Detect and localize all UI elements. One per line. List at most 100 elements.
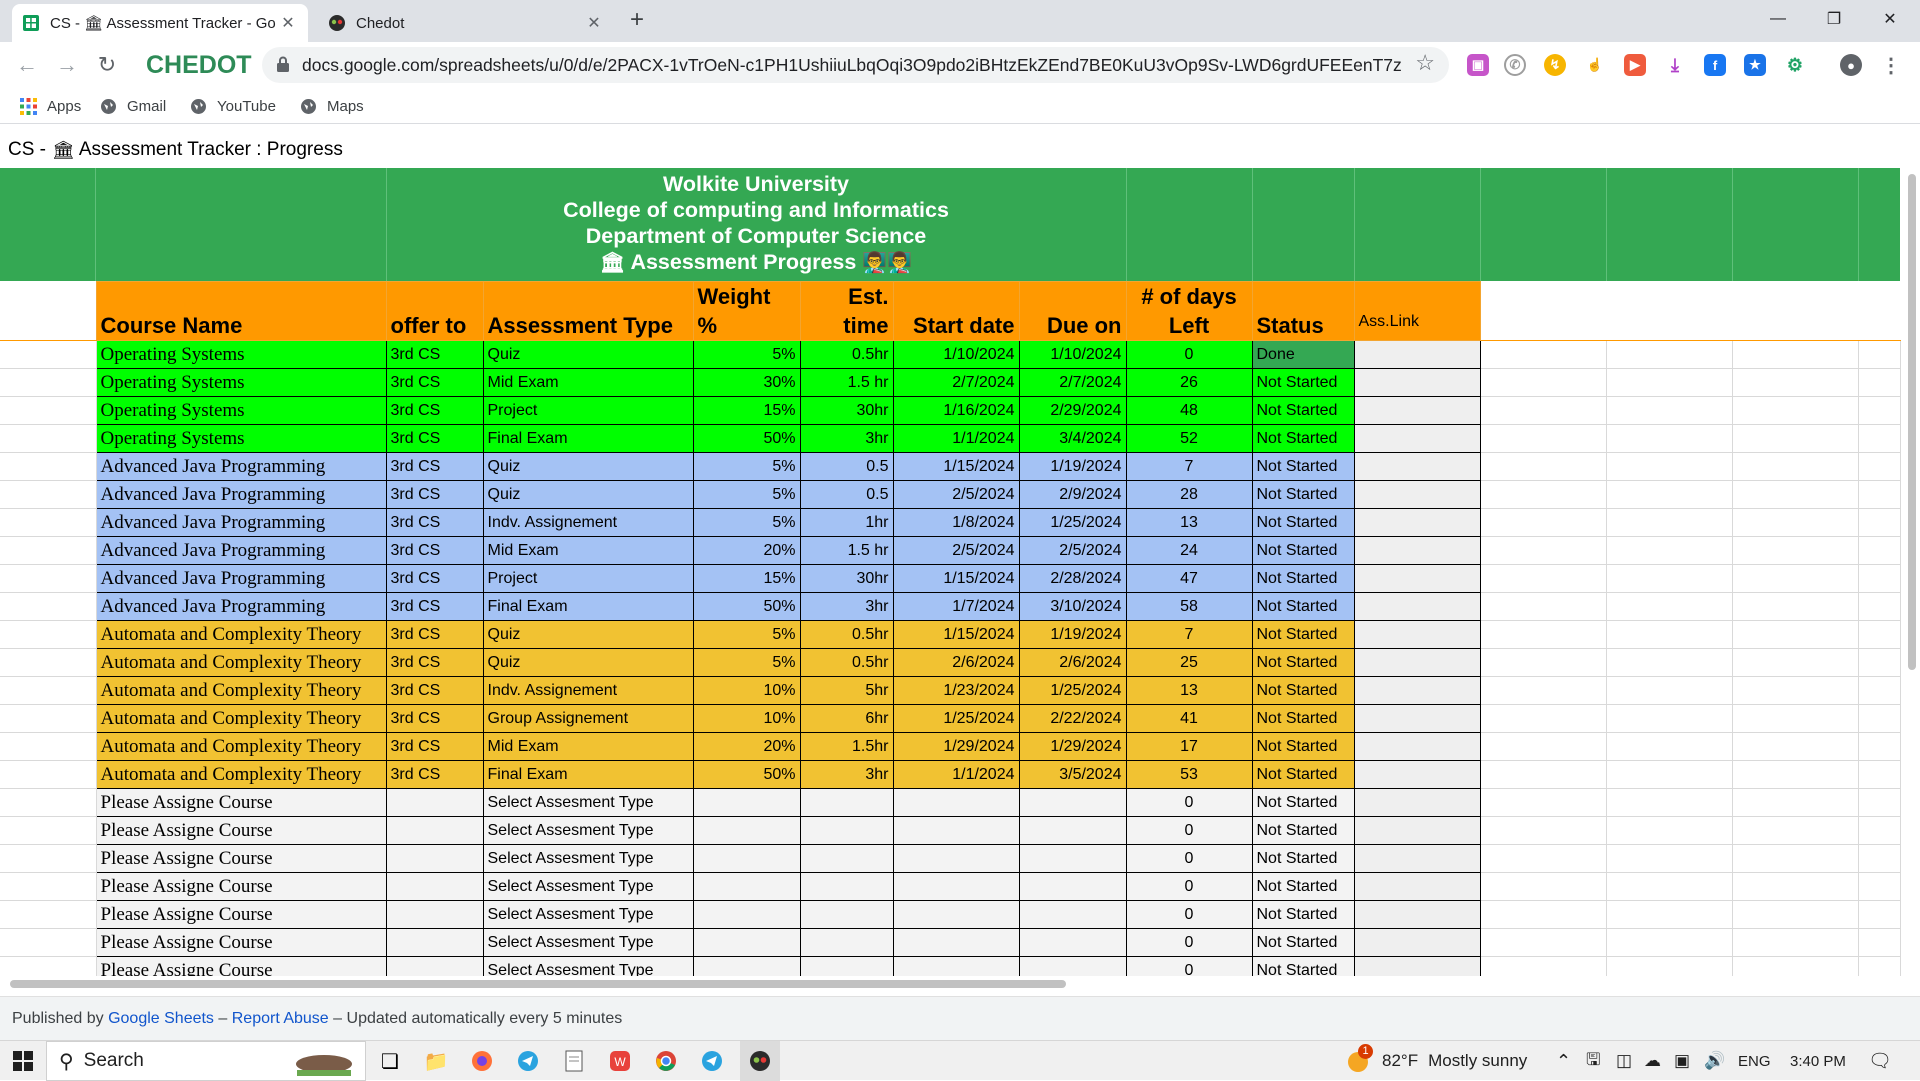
cell-due-on[interactable] xyxy=(1018,844,1127,873)
cell-course[interactable]: Automata and Complexity Theory xyxy=(95,732,387,761)
video-icon[interactable]: ▶ xyxy=(1624,54,1646,76)
cell-days-left[interactable]: 0 xyxy=(1125,788,1253,817)
cell-due-on[interactable]: 2/22/2024 xyxy=(1018,704,1127,733)
cell-type[interactable]: Quiz xyxy=(482,620,694,649)
cell-due-on[interactable]: 1/19/2024 xyxy=(1018,452,1127,481)
cell-est-time[interactable] xyxy=(799,872,894,901)
cell-est-time[interactable] xyxy=(799,928,894,957)
cell-type[interactable]: Select Assesment Type xyxy=(482,788,694,817)
cell-start-date[interactable] xyxy=(892,788,1020,817)
weather-widget[interactable]: 1 82°F Mostly sunny xyxy=(1346,1041,1527,1081)
cell-offer[interactable]: 3rd CS xyxy=(385,592,484,621)
cell-link[interactable] xyxy=(1353,704,1481,733)
cell-type[interactable]: Quiz xyxy=(482,480,694,509)
cell-days-left[interactable]: 13 xyxy=(1125,508,1253,537)
bookmark-apps[interactable]: Apps xyxy=(20,88,81,124)
cell-est-time[interactable]: 1hr xyxy=(799,508,894,537)
cell-start-date[interactable]: 2/5/2024 xyxy=(892,480,1020,509)
cell-est-time[interactable]: 1.5hr xyxy=(799,732,894,761)
cell-days-left[interactable]: 7 xyxy=(1125,452,1253,481)
cell-type[interactable]: Project xyxy=(482,564,694,593)
cell-status[interactable]: Not Started xyxy=(1251,424,1355,453)
cell-status[interactable]: Not Started xyxy=(1251,788,1355,817)
volume-icon[interactable]: 🔊 xyxy=(1704,1041,1725,1081)
cell-weight[interactable]: 15% xyxy=(692,564,801,593)
cell-days-left[interactable]: 24 xyxy=(1125,536,1253,565)
cell-offer[interactable]: 3rd CS xyxy=(385,620,484,649)
cell-link[interactable] xyxy=(1353,816,1481,845)
cell-course[interactable]: Automata and Complexity Theory xyxy=(95,704,387,733)
cell-type[interactable]: Final Exam xyxy=(482,592,694,621)
cell-status[interactable]: Done xyxy=(1251,340,1355,369)
cell-weight[interactable] xyxy=(692,928,801,957)
cell-offer[interactable] xyxy=(385,928,484,957)
language-indicator[interactable]: ENG xyxy=(1738,1041,1771,1081)
cell-due-on[interactable]: 1/25/2024 xyxy=(1018,508,1127,537)
cell-due-on[interactable]: 2/7/2024 xyxy=(1018,368,1127,397)
cell-link[interactable] xyxy=(1353,340,1481,369)
cell-course[interactable]: Automata and Complexity Theory xyxy=(95,676,387,705)
cell-course[interactable]: Automata and Complexity Theory xyxy=(95,760,387,789)
cell-offer[interactable] xyxy=(385,816,484,845)
cell-offer[interactable] xyxy=(385,872,484,901)
cell-link[interactable] xyxy=(1353,536,1481,565)
tab-close-icon[interactable]: ✕ xyxy=(584,13,604,33)
cell-course[interactable]: Please Assigne Course xyxy=(95,816,387,845)
cell-est-time[interactable]: 3hr xyxy=(799,760,894,789)
tab-close-icon[interactable]: ✕ xyxy=(278,13,298,33)
cell-course[interactable]: Advanced Java Programming xyxy=(95,536,387,565)
cell-due-on[interactable] xyxy=(1018,816,1127,845)
task-view-icon[interactable]: ❏ xyxy=(372,1041,408,1081)
cell-course[interactable]: Operating Systems xyxy=(95,368,387,397)
cell-course[interactable]: Automata and Complexity Theory xyxy=(95,620,387,649)
cell-status[interactable]: Not Started xyxy=(1251,648,1355,677)
cell-est-time[interactable]: 30hr xyxy=(799,564,894,593)
cell-est-time[interactable]: 0.5 xyxy=(799,452,894,481)
clock[interactable]: 3:40 PM xyxy=(1790,1041,1846,1081)
cell-due-on[interactable] xyxy=(1018,872,1127,901)
cell-status[interactable]: Not Started xyxy=(1251,564,1355,593)
cell-offer[interactable]: 3rd CS xyxy=(385,368,484,397)
cell-course[interactable]: Please Assigne Course xyxy=(95,956,387,976)
cell-link[interactable] xyxy=(1353,760,1481,789)
cell-status[interactable]: Not Started xyxy=(1251,452,1355,481)
telegram-icon[interactable] xyxy=(694,1041,730,1081)
cell-offer[interactable] xyxy=(385,788,484,817)
tab-chedot[interactable]: Chedot ✕ xyxy=(318,4,614,42)
cell-due-on[interactable]: 2/5/2024 xyxy=(1018,536,1127,565)
cell-link[interactable] xyxy=(1353,872,1481,901)
cell-weight[interactable] xyxy=(692,844,801,873)
cell-days-left[interactable]: 26 xyxy=(1125,368,1253,397)
cell-course[interactable]: Please Assigne Course xyxy=(95,788,387,817)
network-icon[interactable]: 🖫 xyxy=(1586,1041,1600,1081)
cell-weight[interactable] xyxy=(692,900,801,929)
cell-est-time[interactable]: 3hr xyxy=(799,592,894,621)
cell-est-time[interactable] xyxy=(799,900,894,929)
cell-est-time[interactable] xyxy=(799,816,894,845)
cell-status[interactable]: Not Started xyxy=(1251,676,1355,705)
cell-offer[interactable]: 3rd CS xyxy=(385,704,484,733)
cell-course[interactable]: Please Assigne Course xyxy=(95,872,387,901)
cell-link[interactable] xyxy=(1353,732,1481,761)
cell-course[interactable]: Please Assigne Course xyxy=(95,844,387,873)
cell-course[interactable]: Advanced Java Programming xyxy=(95,508,387,537)
cell-type[interactable]: Mid Exam xyxy=(482,368,694,397)
cell-link[interactable] xyxy=(1353,368,1481,397)
cell-days-left[interactable]: 48 xyxy=(1125,396,1253,425)
cell-days-left[interactable]: 28 xyxy=(1125,480,1253,509)
bookmark-youtube[interactable]: YouTube xyxy=(190,88,276,124)
cell-weight[interactable]: 20% xyxy=(692,536,801,565)
cell-days-left[interactable]: 0 xyxy=(1125,340,1253,369)
cell-course[interactable]: Advanced Java Programming xyxy=(95,564,387,593)
cell-weight[interactable]: 5% xyxy=(692,620,801,649)
cell-offer[interactable]: 3rd CS xyxy=(385,480,484,509)
show-hidden-icons-chevron-icon[interactable]: ⌃ xyxy=(1556,1041,1571,1081)
cell-type[interactable]: Select Assesment Type xyxy=(482,816,694,845)
cell-due-on[interactable] xyxy=(1018,788,1127,817)
cell-type[interactable]: Quiz xyxy=(482,340,694,369)
cell-weight[interactable]: 50% xyxy=(692,592,801,621)
cell-weight[interactable]: 5% xyxy=(692,648,801,677)
wps-icon[interactable]: W xyxy=(602,1041,638,1081)
cell-weight[interactable]: 10% xyxy=(692,704,801,733)
cell-type[interactable]: Indv. Assignement xyxy=(482,508,694,537)
